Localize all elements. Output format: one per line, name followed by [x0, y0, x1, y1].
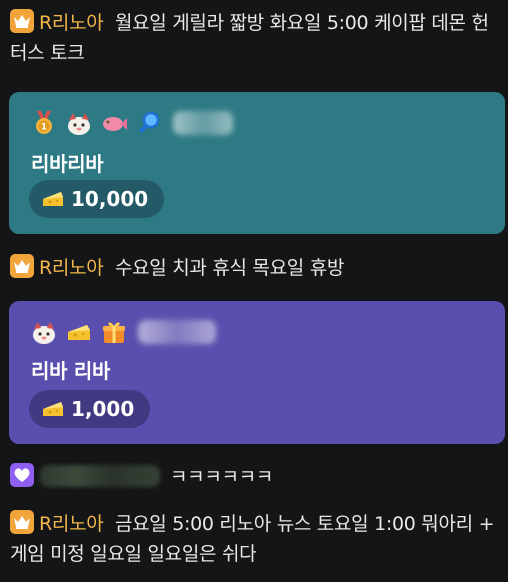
- donation-amount-value: 1,000: [71, 397, 135, 421]
- svg-text:1: 1: [41, 123, 47, 133]
- donor-name-blurred: [138, 320, 216, 344]
- heart-icon: [10, 463, 34, 487]
- donation-card: 리바 리바 1,000: [9, 301, 505, 444]
- donor-name-blurred: [173, 111, 233, 135]
- crown-icon: [10, 510, 34, 534]
- gift-box-icon: [103, 322, 125, 343]
- crown-icon: [10, 254, 34, 278]
- donation-badges: [31, 317, 216, 347]
- cheese-icon: [43, 192, 63, 206]
- donation-card: 1 리바리바 10,000: [9, 92, 505, 234]
- donation-message: 리바 리바: [31, 359, 111, 383]
- donation-message: 리바리바: [31, 152, 104, 176]
- donation-amount-value: 10,000: [71, 187, 149, 211]
- character-icon: [33, 322, 55, 344]
- magnifier-icon: [139, 111, 160, 133]
- chat-message-text: 수요일 치과 휴식 목요일 휴방: [114, 257, 345, 279]
- chat-nickname[interactable]: R리노아: [39, 513, 104, 535]
- medal-1-icon: 1: [36, 111, 52, 134]
- chat-message: R리노아 수요일 치과 휴식 목요일 휴방: [10, 253, 502, 283]
- chat-nickname[interactable]: R리노아: [39, 12, 104, 34]
- donation-badges: 1: [31, 108, 233, 138]
- donation-amount: 10,000: [29, 180, 165, 218]
- crown-icon: [10, 9, 34, 33]
- chat-log: R리노아 월요일 게릴라 짧방 화요일 5:00 케이팝 데몬 헌터스 토크 1: [0, 0, 508, 582]
- chat-nickname-blurred[interactable]: [40, 465, 160, 487]
- chat-message: ㅋㅋㅋㅋㅋㅋ: [10, 462, 502, 492]
- chat-message: R리노아 월요일 게릴라 짧방 화요일 5:00 케이팝 데몬 헌터스 토크: [10, 8, 502, 68]
- donation-amount: 1,000: [29, 390, 151, 428]
- character-icon: [68, 113, 90, 135]
- pink-fish-icon: [103, 117, 127, 131]
- cheese-icon: [68, 325, 90, 340]
- cheese-icon: [43, 402, 63, 416]
- chat-nickname[interactable]: R리노아: [39, 257, 104, 279]
- chat-message-text: ㅋㅋㅋㅋㅋㅋ: [170, 466, 274, 488]
- chat-message: R리노아 금요일 5:00 리노아 뉴스 토요일 1:00 뭐아리 + 게임 미…: [10, 509, 502, 569]
